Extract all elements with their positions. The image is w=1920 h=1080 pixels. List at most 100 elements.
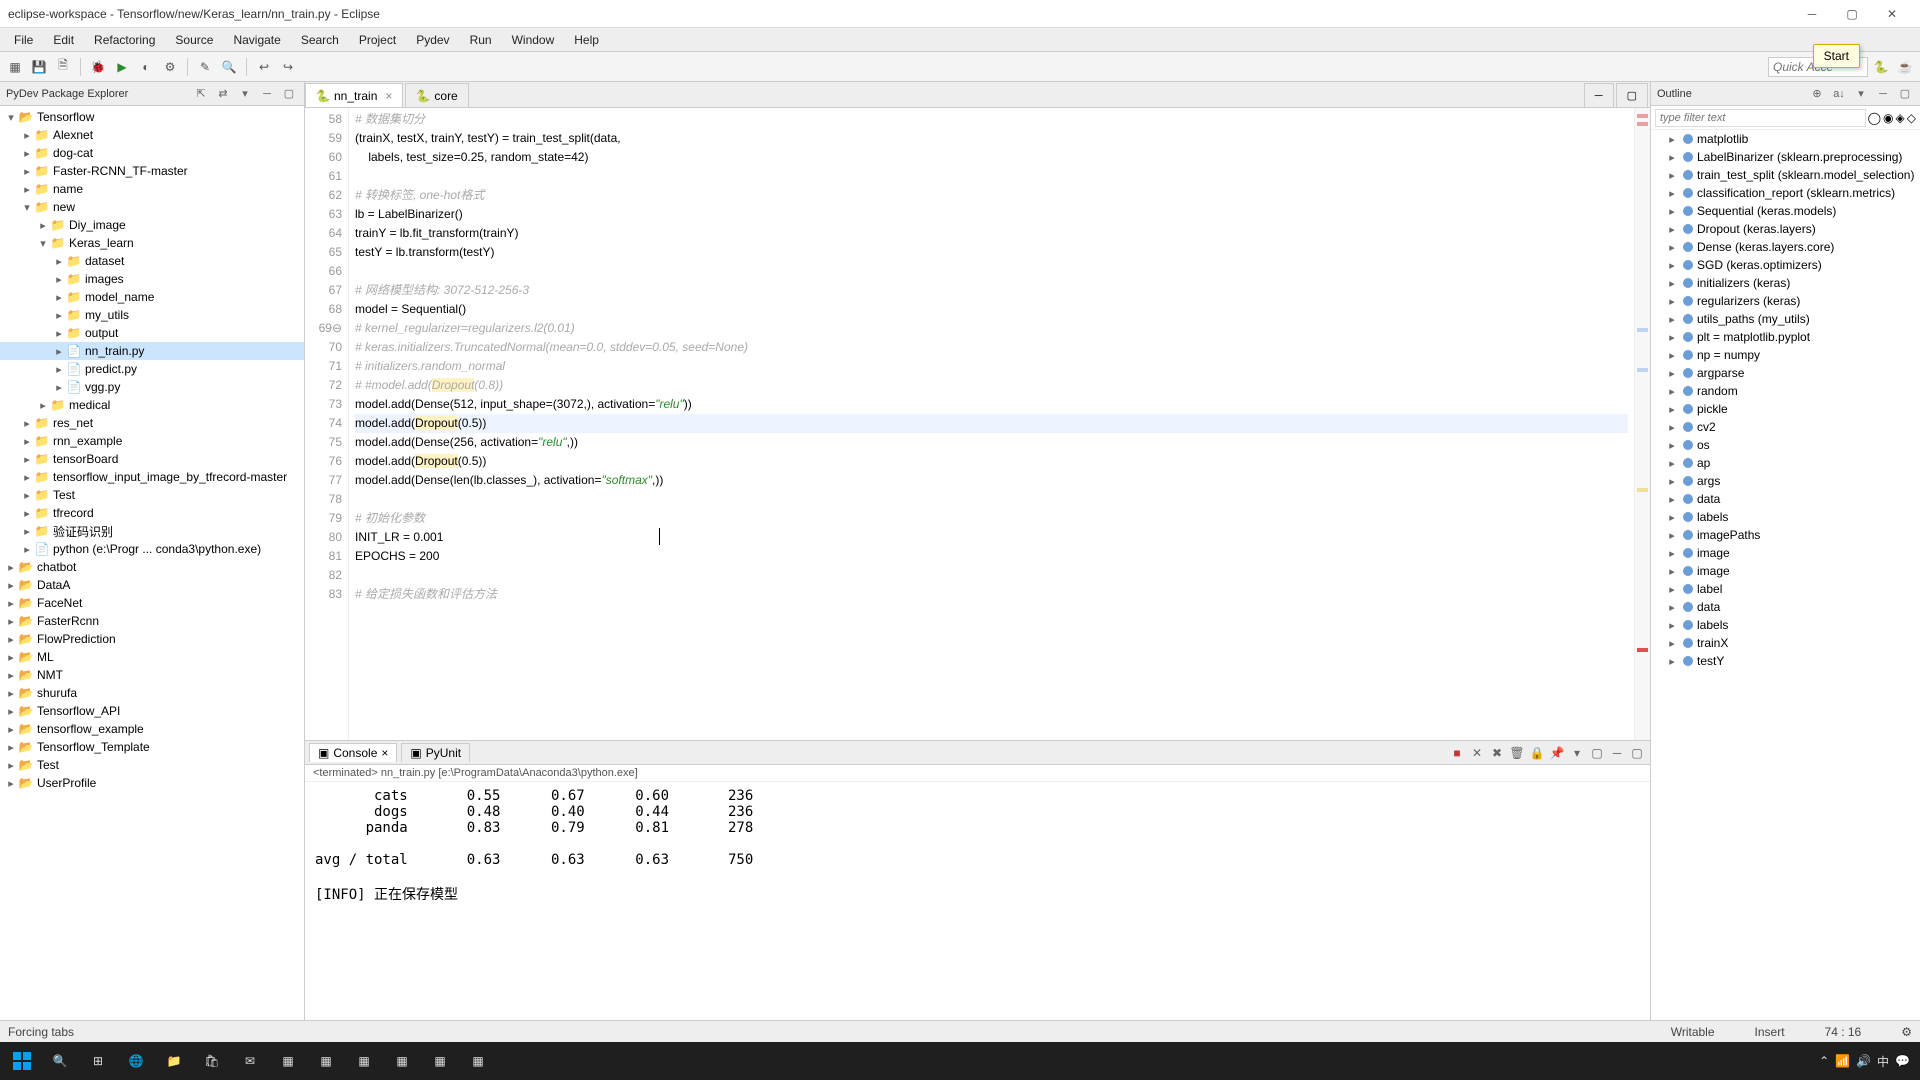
outline-item[interactable]: ▸regularizers (keras) <box>1651 292 1920 310</box>
outline-item[interactable]: ▸classification_report (sklearn.metrics) <box>1651 184 1920 202</box>
expander-icon[interactable]: ▸ <box>1665 223 1679 236</box>
console-output[interactable]: cats 0.55 0.67 0.60 236 dogs 0.48 0.40 0… <box>305 782 1650 1020</box>
tree-item[interactable]: ▸📁model_name <box>0 288 304 306</box>
outline-item[interactable]: ▸ap <box>1651 454 1920 472</box>
outline-item[interactable]: ▸cv2 <box>1651 418 1920 436</box>
outline-item[interactable]: ▸Sequential (keras.models) <box>1651 202 1920 220</box>
remove-all-icon[interactable]: ✖ <box>1488 744 1506 762</box>
tree-item[interactable]: ▾📂Tensorflow <box>0 108 304 126</box>
outline-item[interactable]: ▸label <box>1651 580 1920 598</box>
outline-item[interactable]: ▸argparse <box>1651 364 1920 382</box>
menu-search[interactable]: Search <box>291 30 349 50</box>
tray-ime-icon[interactable]: 中 <box>1877 1053 1889 1070</box>
tree-item[interactable]: ▸📁rnn_example <box>0 432 304 450</box>
expander-icon[interactable]: ▸ <box>1665 511 1679 524</box>
expander-icon[interactable]: ▸ <box>1665 421 1679 434</box>
outline-item[interactable]: ▸os <box>1651 436 1920 454</box>
tray-notification-icon[interactable]: 💬 <box>1895 1054 1910 1068</box>
code-body[interactable]: # 数据集切分(trainX, testX, trainY, testY) = … <box>349 108 1634 740</box>
outline-item[interactable]: ▸initializers (keras) <box>1651 274 1920 292</box>
open-console-icon[interactable]: ▢ <box>1588 744 1606 762</box>
expander-icon[interactable]: ▸ <box>1665 169 1679 182</box>
outline-item[interactable]: ▸pickle <box>1651 400 1920 418</box>
tree-item[interactable]: ▸📂Test <box>0 756 304 774</box>
outline-item[interactable]: ▸image <box>1651 562 1920 580</box>
tree-item[interactable]: ▸📁images <box>0 270 304 288</box>
run-icon[interactable]: ▶ <box>111 56 133 78</box>
expander-icon[interactable]: ▸ <box>4 759 18 772</box>
overview-ruler[interactable] <box>1634 108 1650 740</box>
expander-icon[interactable]: ▸ <box>4 687 18 700</box>
expander-icon[interactable]: ▸ <box>1665 493 1679 506</box>
system-tray[interactable]: ⌃ 📶 🔊 中 💬 <box>1819 1053 1916 1070</box>
outline-item[interactable]: ▸train_test_split (sklearn.model_selecti… <box>1651 166 1920 184</box>
tree-item[interactable]: ▸📄python (e:\Progr ... conda3\python.exe… <box>0 540 304 558</box>
perspective-pydev-icon[interactable]: 🐍 <box>1870 56 1892 78</box>
store-icon[interactable]: 🛍 <box>194 1046 230 1076</box>
perspective-java-icon[interactable]: ☕ <box>1894 56 1916 78</box>
expander-icon[interactable]: ▸ <box>1665 403 1679 416</box>
app-icon[interactable]: ▦ <box>422 1046 458 1076</box>
expander-icon[interactable]: ▸ <box>1665 133 1679 146</box>
tree-item[interactable]: ▸📂Tensorflow_Template <box>0 738 304 756</box>
outline-list[interactable]: ▸matplotlib▸LabelBinarizer (sklearn.prep… <box>1651 130 1920 1020</box>
back-icon[interactable]: ↩ <box>253 56 275 78</box>
tree-item[interactable]: ▸📁tfrecord <box>0 504 304 522</box>
maximize-button[interactable]: ▢ <box>1832 0 1872 28</box>
tree-item[interactable]: ▸📁output <box>0 324 304 342</box>
tree-item[interactable]: ▸📁dataset <box>0 252 304 270</box>
outline-item[interactable]: ▸labels <box>1651 508 1920 526</box>
outline-item[interactable]: ▸LabelBinarizer (sklearn.preprocessing) <box>1651 148 1920 166</box>
remove-launch-icon[interactable]: ✕ <box>1468 744 1486 762</box>
outline-item[interactable]: ▸imagePaths <box>1651 526 1920 544</box>
hide-nonpublic-icon[interactable]: ◈ <box>1896 111 1905 125</box>
new-icon[interactable]: ▦ <box>4 56 26 78</box>
menu-run[interactable]: Run <box>460 30 502 50</box>
tree-item[interactable]: ▸📁name <box>0 180 304 198</box>
expander-icon[interactable]: ▸ <box>4 669 18 682</box>
expander-icon[interactable]: ▸ <box>1665 547 1679 560</box>
outline-item[interactable]: ▸testY <box>1651 652 1920 670</box>
expander-icon[interactable]: ▸ <box>4 651 18 664</box>
tree-item[interactable]: ▸📂FaceNet <box>0 594 304 612</box>
editor-tab[interactable]: 🐍core <box>405 83 468 107</box>
expander-icon[interactable]: ▸ <box>52 363 66 376</box>
expander-icon[interactable]: ▸ <box>1665 565 1679 578</box>
minimize-console-icon[interactable]: ─ <box>1608 744 1626 762</box>
editor-tab[interactable]: 🐍nn_train× <box>305 83 403 107</box>
outline-item[interactable]: ▸trainX <box>1651 634 1920 652</box>
tree-item[interactable]: ▸📂DataA <box>0 576 304 594</box>
tree-item[interactable]: ▾📁new <box>0 198 304 216</box>
forward-icon[interactable]: ↪ <box>277 56 299 78</box>
expander-icon[interactable]: ▸ <box>4 777 18 790</box>
outline-item[interactable]: ▸data <box>1651 490 1920 508</box>
expander-icon[interactable]: ▾ <box>20 201 34 214</box>
expander-icon[interactable]: ▸ <box>36 219 50 232</box>
expander-icon[interactable]: ▸ <box>52 291 66 304</box>
display-select-icon[interactable]: ▾ <box>1568 744 1586 762</box>
tree-item[interactable]: ▸📁Alexnet <box>0 126 304 144</box>
console-tab[interactable]: ▣PyUnit <box>401 743 470 762</box>
close-button[interactable]: ✕ <box>1872 0 1912 28</box>
view-menu-icon[interactable]: ▾ <box>1852 85 1870 103</box>
tree-item[interactable]: ▸📂FlowPrediction <box>0 630 304 648</box>
expander-icon[interactable]: ▸ <box>1665 205 1679 218</box>
expander-icon[interactable]: ▸ <box>1665 475 1679 488</box>
debug-icon[interactable]: 🐞 <box>87 56 109 78</box>
expander-icon[interactable]: ▸ <box>4 705 18 718</box>
expander-icon[interactable]: ▸ <box>20 129 34 142</box>
expander-icon[interactable]: ▸ <box>20 525 34 538</box>
app-icon[interactable]: ▦ <box>308 1046 344 1076</box>
console-tab[interactable]: ▣Console× <box>309 743 397 762</box>
expander-icon[interactable]: ▸ <box>1665 655 1679 668</box>
menu-window[interactable]: Window <box>502 30 565 50</box>
hide-fields-icon[interactable]: ◯ <box>1868 111 1881 125</box>
menu-pydev[interactable]: Pydev <box>406 30 459 50</box>
expander-icon[interactable]: ▸ <box>1665 313 1679 326</box>
expander-icon[interactable]: ▸ <box>4 561 18 574</box>
expander-icon[interactable]: ▾ <box>4 111 18 124</box>
tray-volume-icon[interactable]: 🔊 <box>1856 1054 1871 1068</box>
outline-item[interactable]: ▸matplotlib <box>1651 130 1920 148</box>
expander-icon[interactable]: ▸ <box>1665 277 1679 290</box>
external-tools-icon[interactable]: ⚙ <box>159 56 181 78</box>
